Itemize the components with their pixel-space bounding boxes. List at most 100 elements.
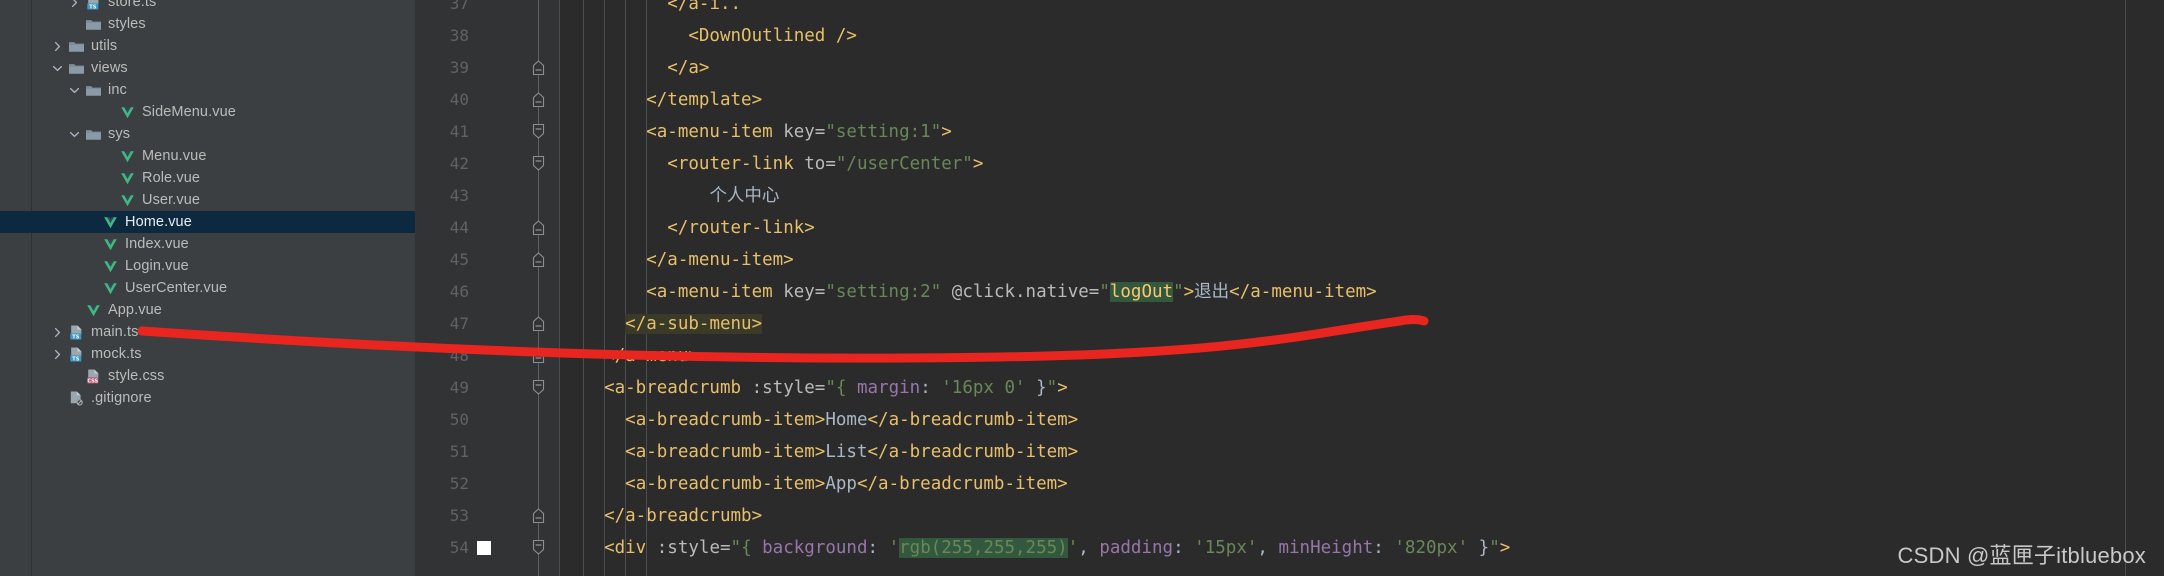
tree-item-label: sys	[108, 126, 131, 142]
code-line[interactable]: </a-i..	[583, 0, 741, 20]
fold-end-icon[interactable]	[530, 219, 547, 236]
tree-item-app-vue[interactable]: App.vue	[0, 299, 415, 321]
ide-window: TS store.ts styles utils views inc SideMenu.vu…	[0, 0, 2164, 576]
fold-end-icon[interactable]	[530, 507, 547, 524]
code-token: '	[888, 538, 900, 558]
fold-start-icon[interactable]	[530, 539, 547, 556]
code-token: </a-breadcrumb>	[604, 506, 763, 526]
code-line[interactable]: <a-breadcrumb :style="{ margin: '16px 0'…	[583, 372, 1068, 404]
code-line[interactable]: </a-menu-item>	[583, 244, 794, 276]
tree-item-usercenter-vue[interactable]: UserCenter.vue	[0, 277, 415, 299]
code-token: >	[1183, 282, 1195, 302]
tree-item-home-vue[interactable]: Home.vue	[0, 211, 415, 233]
ts-file-icon: TS	[68, 324, 85, 341]
tree-item-label: Index.vue	[125, 236, 189, 252]
code-line[interactable]: <div :style="{ background: 'rgb(255,255,…	[583, 532, 1510, 564]
editor-pane: 37 38 39 40 41 42 43 44 45 46 47 48 49 50 51 52 53 54 </a…	[415, 0, 2164, 576]
line-number: 54	[449, 538, 469, 557]
line-number: 37	[449, 0, 469, 13]
chevron-down-icon[interactable]	[51, 57, 64, 79]
project-tool-window: TS store.ts styles utils views inc SideMenu.vu…	[0, 0, 415, 576]
code-line[interactable]: <a-breadcrumb-item>List</a-breadcrumb-it…	[583, 436, 1078, 468]
tree-item-style-css[interactable]: CSS style.css	[0, 365, 415, 387]
fold-start-icon[interactable]	[530, 379, 547, 396]
tree-item-menu-vue[interactable]: Menu.vue	[0, 145, 415, 167]
code-line[interactable]: <a-breadcrumb-item>App</a-breadcrumb-ite…	[583, 468, 1068, 500]
code-line[interactable]: <a-menu-item key="setting:2" @click.nati…	[583, 276, 1377, 308]
code-line[interactable]: </a-sub-menu>	[583, 308, 763, 340]
tree-item-label: views	[91, 60, 128, 76]
vue-file-icon	[102, 280, 119, 297]
code-token: <DownOutlined />	[688, 26, 857, 46]
fold-start-icon[interactable]	[530, 123, 547, 140]
vue-file-icon	[119, 148, 136, 165]
code-token: 个人中心	[709, 186, 780, 206]
tree-item-gitignore[interactable]: .gitignore	[0, 387, 415, 409]
chevron-right-icon[interactable]	[51, 321, 64, 343]
fold-end-icon[interactable]	[530, 251, 547, 268]
vue-file-icon	[102, 258, 119, 275]
fold-start-icon[interactable]	[530, 155, 547, 172]
code-line[interactable]: <DownOutlined />	[583, 20, 857, 52]
tree-item-styles[interactable]: styles	[0, 13, 415, 35]
fold-end-icon[interactable]	[530, 91, 547, 108]
tree-item-views[interactable]: views	[0, 57, 415, 79]
code-token: "/userCenter"	[835, 154, 973, 174]
tree-item-label: Home.vue	[125, 214, 192, 230]
code-token: <a-menu-item	[646, 282, 784, 302]
tree-item-index-vue[interactable]: Index.vue	[0, 233, 415, 255]
code-line[interactable]: </a-breadcrumb>	[583, 500, 762, 532]
code-line[interactable]: </a-menu>	[583, 340, 699, 372]
tree-item-sidemenu-vue[interactable]: SideMenu.vue	[0, 101, 415, 123]
code-line[interactable]: </a>	[583, 52, 709, 84]
chevron-down-icon[interactable]	[68, 123, 81, 145]
code-line[interactable]: </template>	[583, 84, 762, 116]
line-number: 46	[449, 282, 469, 301]
tree-item-login-vue[interactable]: Login.vue	[0, 255, 415, 277]
code-token: </router-link>	[667, 218, 815, 238]
editor-gutter[interactable]: 37 38 39 40 41 42 43 44 45 46 47 48 49 50 51 52 53 54	[415, 0, 560, 576]
tree-item-sys[interactable]: sys	[0, 123, 415, 145]
tree-item-main-ts[interactable]: TS main.ts	[0, 321, 415, 343]
line-number: 51	[449, 442, 469, 461]
tree-item-role-vue[interactable]: Role.vue	[0, 167, 415, 189]
fold-end-icon[interactable]	[530, 59, 547, 76]
tree-item-store-ts[interactable]: TS store.ts	[0, 0, 415, 13]
code-line[interactable]: </router-link>	[583, 212, 815, 244]
tree-item-mock-ts[interactable]: TS mock.ts	[0, 343, 415, 365]
color-swatch-icon[interactable]	[477, 541, 491, 555]
folder-icon	[85, 16, 102, 33]
tree-item-user-vue[interactable]: User.vue	[0, 189, 415, 211]
chevron-right-icon[interactable]	[51, 35, 64, 57]
line-number: 50	[449, 410, 469, 429]
code-line[interactable]: <router-link to="/userCenter">	[583, 148, 983, 180]
code-line[interactable]: <a-breadcrumb-item>Home</a-breadcrumb-it…	[583, 404, 1078, 436]
line-number: 44	[449, 218, 469, 237]
fold-end-icon[interactable]	[530, 347, 547, 364]
code-content[interactable]: </a-i.. <DownOutlined /> </a> </template…	[560, 0, 2164, 576]
code-folding-ribbon	[538, 0, 539, 576]
chevron-right-icon[interactable]	[51, 343, 64, 365]
code-token: :	[1173, 538, 1195, 558]
code-token: :	[1373, 538, 1395, 558]
code-token: </a-breadcrumb-item>	[867, 410, 1079, 430]
tree-item-inc[interactable]: inc	[0, 79, 415, 101]
code-token: <a-breadcrumb	[604, 378, 752, 398]
tree-item-label: .gitignore	[91, 390, 152, 406]
code-line[interactable]: 个人中心	[583, 180, 779, 212]
fold-end-icon[interactable]	[530, 315, 547, 332]
code-line[interactable]: <a-menu-item key="setting:1">	[583, 116, 952, 148]
chevron-down-icon[interactable]	[68, 79, 81, 101]
tree-item-utils[interactable]: utils	[0, 35, 415, 57]
chevron-right-icon[interactable]	[68, 0, 81, 13]
code-token: </a-breadcrumb-item>	[856, 474, 1068, 494]
